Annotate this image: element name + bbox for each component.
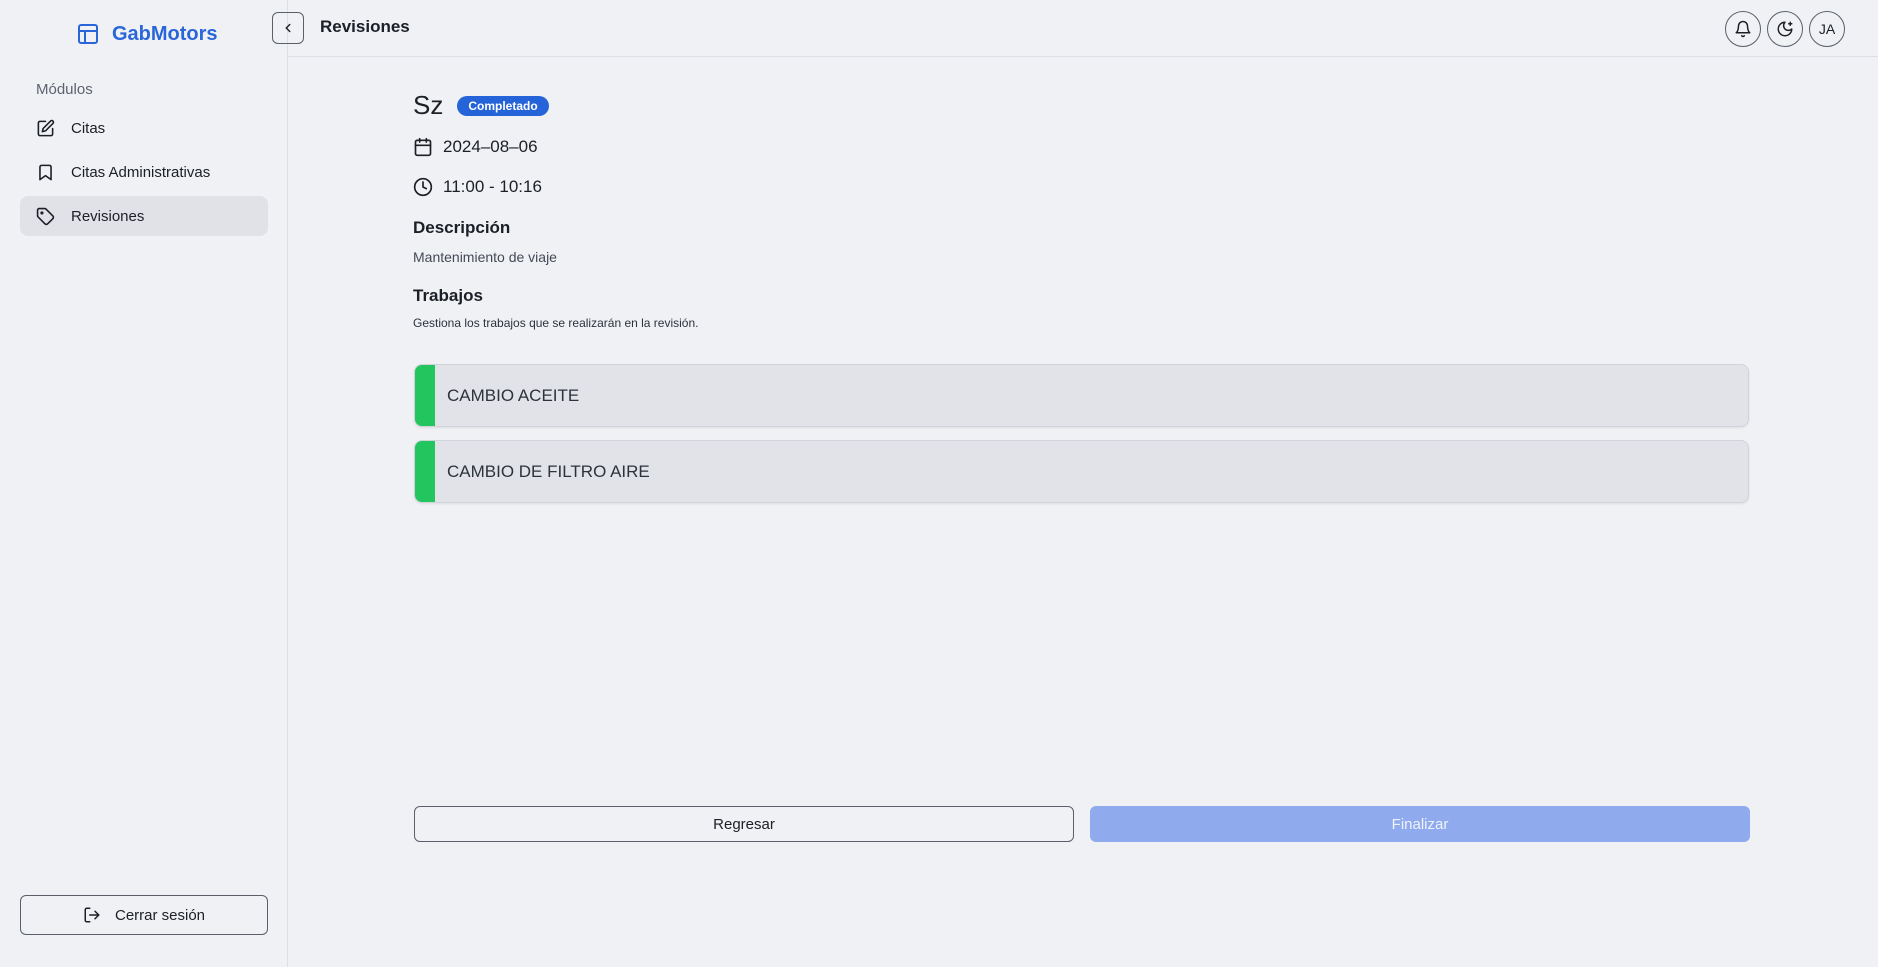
sidebar-item-citas[interactable]: Citas — [20, 108, 268, 148]
bookmark-icon — [39, 164, 52, 180]
job-item-cambio-filtro-aire[interactable]: CAMBIO DE FILTRO AIRE — [414, 440, 1749, 503]
jobs-heading: Trabajos — [413, 286, 483, 305]
page-title: Revisiones — [320, 17, 410, 36]
vehicle-title: Sz — [413, 90, 444, 120]
top-header — [288, 0, 1878, 57]
sidebar-item-label: Citas Administrativas — [71, 163, 211, 181]
date-value: 2024–08–06 — [443, 137, 538, 156]
jobs-subtitle: Gestiona los trabajos que se realizarán … — [413, 316, 699, 330]
logout-label: Cerrar sesión — [114, 906, 206, 924]
revision-time: 11:00 - 10:16 — [413, 177, 542, 197]
sidebar-item-revisiones[interactable]: Revisiones — [20, 196, 268, 236]
description-heading: Descripción — [413, 218, 511, 237]
job-item-cambio-aceite[interactable]: CAMBIO ACEITE — [414, 364, 1749, 427]
revision-date: 2024–08–06 — [413, 137, 538, 157]
job-label: CAMBIO ACEITE — [447, 385, 580, 405]
collapse-sidebar-button[interactable] — [272, 12, 304, 44]
time-value: 11:00 - 10:16 — [443, 177, 542, 196]
brand-logo[interactable]: GabMotors — [76, 20, 218, 48]
calendar-icon — [414, 137, 432, 157]
clock-icon — [413, 177, 433, 197]
job-status-bar — [415, 441, 435, 502]
logout-icon — [84, 907, 100, 923]
sidebar-item-label: Citas — [71, 119, 106, 137]
theme-toggle-button[interactable] — [1767, 11, 1803, 47]
description-text: Mantenimiento de viaje — [413, 249, 557, 265]
avatar-initials: JA — [1818, 21, 1836, 37]
revision-title-row: Sz Completado — [413, 90, 549, 121]
notifications-button[interactable] — [1725, 11, 1761, 47]
app-root: GabMotors Módulos Citas Citas Administra… — [0, 0, 1878, 967]
user-avatar-button[interactable]: JA — [1809, 11, 1845, 47]
moon-icon — [1777, 21, 1793, 37]
sidebar-item-label: Revisiones — [71, 207, 145, 225]
status-badge: Completado — [457, 95, 549, 116]
brand-name: GabMotors — [112, 22, 218, 45]
bell-icon — [1735, 20, 1751, 38]
job-status-bar — [415, 365, 435, 426]
job-label: CAMBIO DE FILTRO AIRE — [447, 461, 650, 481]
chevron-left-icon — [285, 23, 291, 33]
finish-button[interactable]: Finalizar — [1090, 806, 1750, 842]
edit-icon — [37, 119, 55, 136]
logout-button[interactable]: Cerrar sesión — [20, 895, 268, 935]
sidebar: GabMotors Módulos Citas Citas Administra… — [0, 0, 288, 967]
tag-icon — [36, 207, 55, 225]
sidebar-section-label: Módulos — [36, 81, 93, 98]
sidebar-item-citas-administrativas[interactable]: Citas Administrativas — [20, 152, 268, 192]
layout-icon — [78, 24, 98, 44]
back-button[interactable]: Regresar — [414, 806, 1074, 842]
